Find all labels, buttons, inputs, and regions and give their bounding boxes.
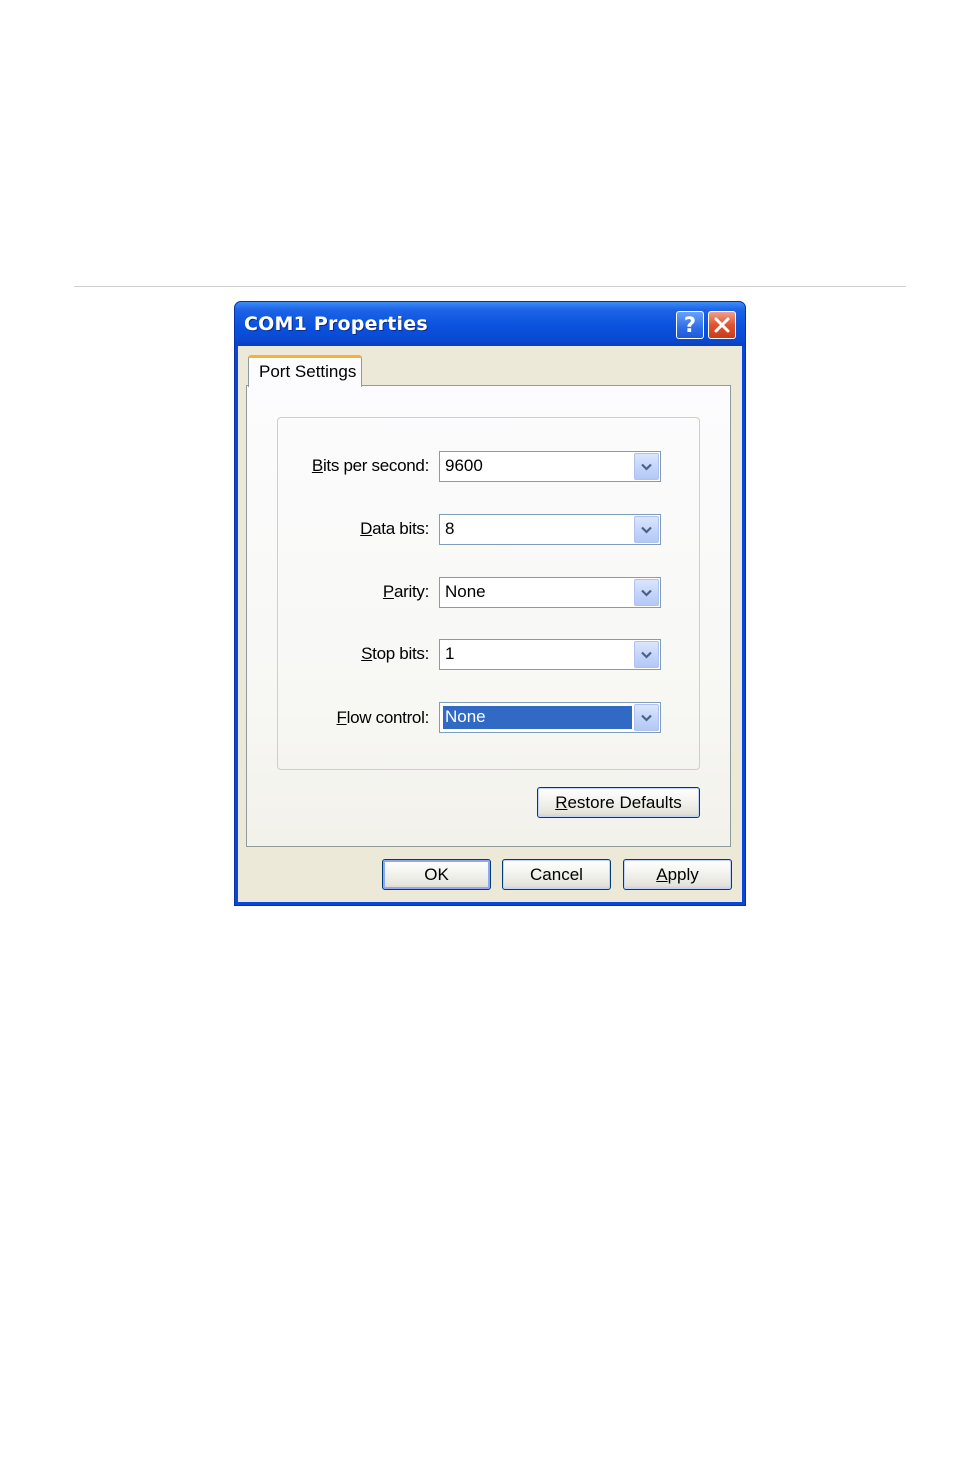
- window-title: COM1 Properties: [244, 313, 428, 335]
- flow-control-dropdown-button[interactable]: [634, 704, 659, 731]
- settings-group: Bits per second: 9600 Data bits: 8 Parit…: [277, 417, 700, 770]
- data-bits-value: 8: [445, 519, 455, 538]
- flow-control-label: Flow control:: [336, 708, 430, 727]
- parity-select[interactable]: None: [439, 577, 661, 608]
- parity-dropdown-button[interactable]: [634, 579, 659, 606]
- ok-button[interactable]: OK: [382, 859, 491, 890]
- bits-per-second-label: Bits per second:: [311, 456, 429, 475]
- bits-per-second-dropdown-button[interactable]: [634, 453, 659, 480]
- title-bar[interactable]: COM1 Properties ?: [235, 302, 745, 346]
- chevron-down-icon: [641, 526, 652, 534]
- dialog-client-area: Port Settings Bits per second: 9600 Data…: [238, 346, 742, 902]
- cancel-button[interactable]: Cancel: [502, 859, 611, 890]
- port-settings-panel: Bits per second: 9600 Data bits: 8 Parit…: [246, 385, 731, 847]
- chevron-down-icon: [641, 589, 652, 597]
- close-x-icon: [714, 317, 730, 333]
- tab-port-settings[interactable]: Port Settings: [248, 355, 362, 387]
- bits-per-second-value: 9600: [445, 456, 483, 475]
- help-button[interactable]: ?: [676, 311, 704, 339]
- tab-label: Port Settings: [259, 362, 357, 381]
- stop-bits-value: 1: [445, 644, 455, 663]
- chevron-down-icon: [641, 463, 652, 471]
- parity-value: None: [445, 582, 486, 601]
- data-bits-select[interactable]: 8: [439, 514, 661, 545]
- stop-bits-dropdown-button[interactable]: [634, 641, 659, 668]
- chevron-down-icon: [641, 714, 652, 722]
- data-bits-dropdown-button[interactable]: [634, 516, 659, 543]
- data-bits-label: Data bits:: [360, 519, 429, 538]
- bits-per-second-select[interactable]: 9600: [439, 451, 661, 482]
- question-mark-icon: ?: [683, 313, 697, 337]
- chevron-down-icon: [641, 651, 652, 659]
- apply-button[interactable]: Apply: [623, 859, 732, 890]
- flow-control-value: None: [445, 707, 486, 726]
- stop-bits-label: Stop bits:: [361, 644, 429, 663]
- parity-label: Parity:: [382, 582, 429, 601]
- com1-properties-dialog: COM1 Properties ? Port Settings Bits per…: [234, 301, 746, 906]
- stop-bits-select[interactable]: 1: [439, 639, 661, 670]
- restore-defaults-button[interactable]: Restore Defaults: [537, 787, 700, 818]
- close-button[interactable]: [708, 311, 736, 339]
- horizontal-rule: [74, 286, 906, 287]
- flow-control-select[interactable]: None: [439, 702, 661, 733]
